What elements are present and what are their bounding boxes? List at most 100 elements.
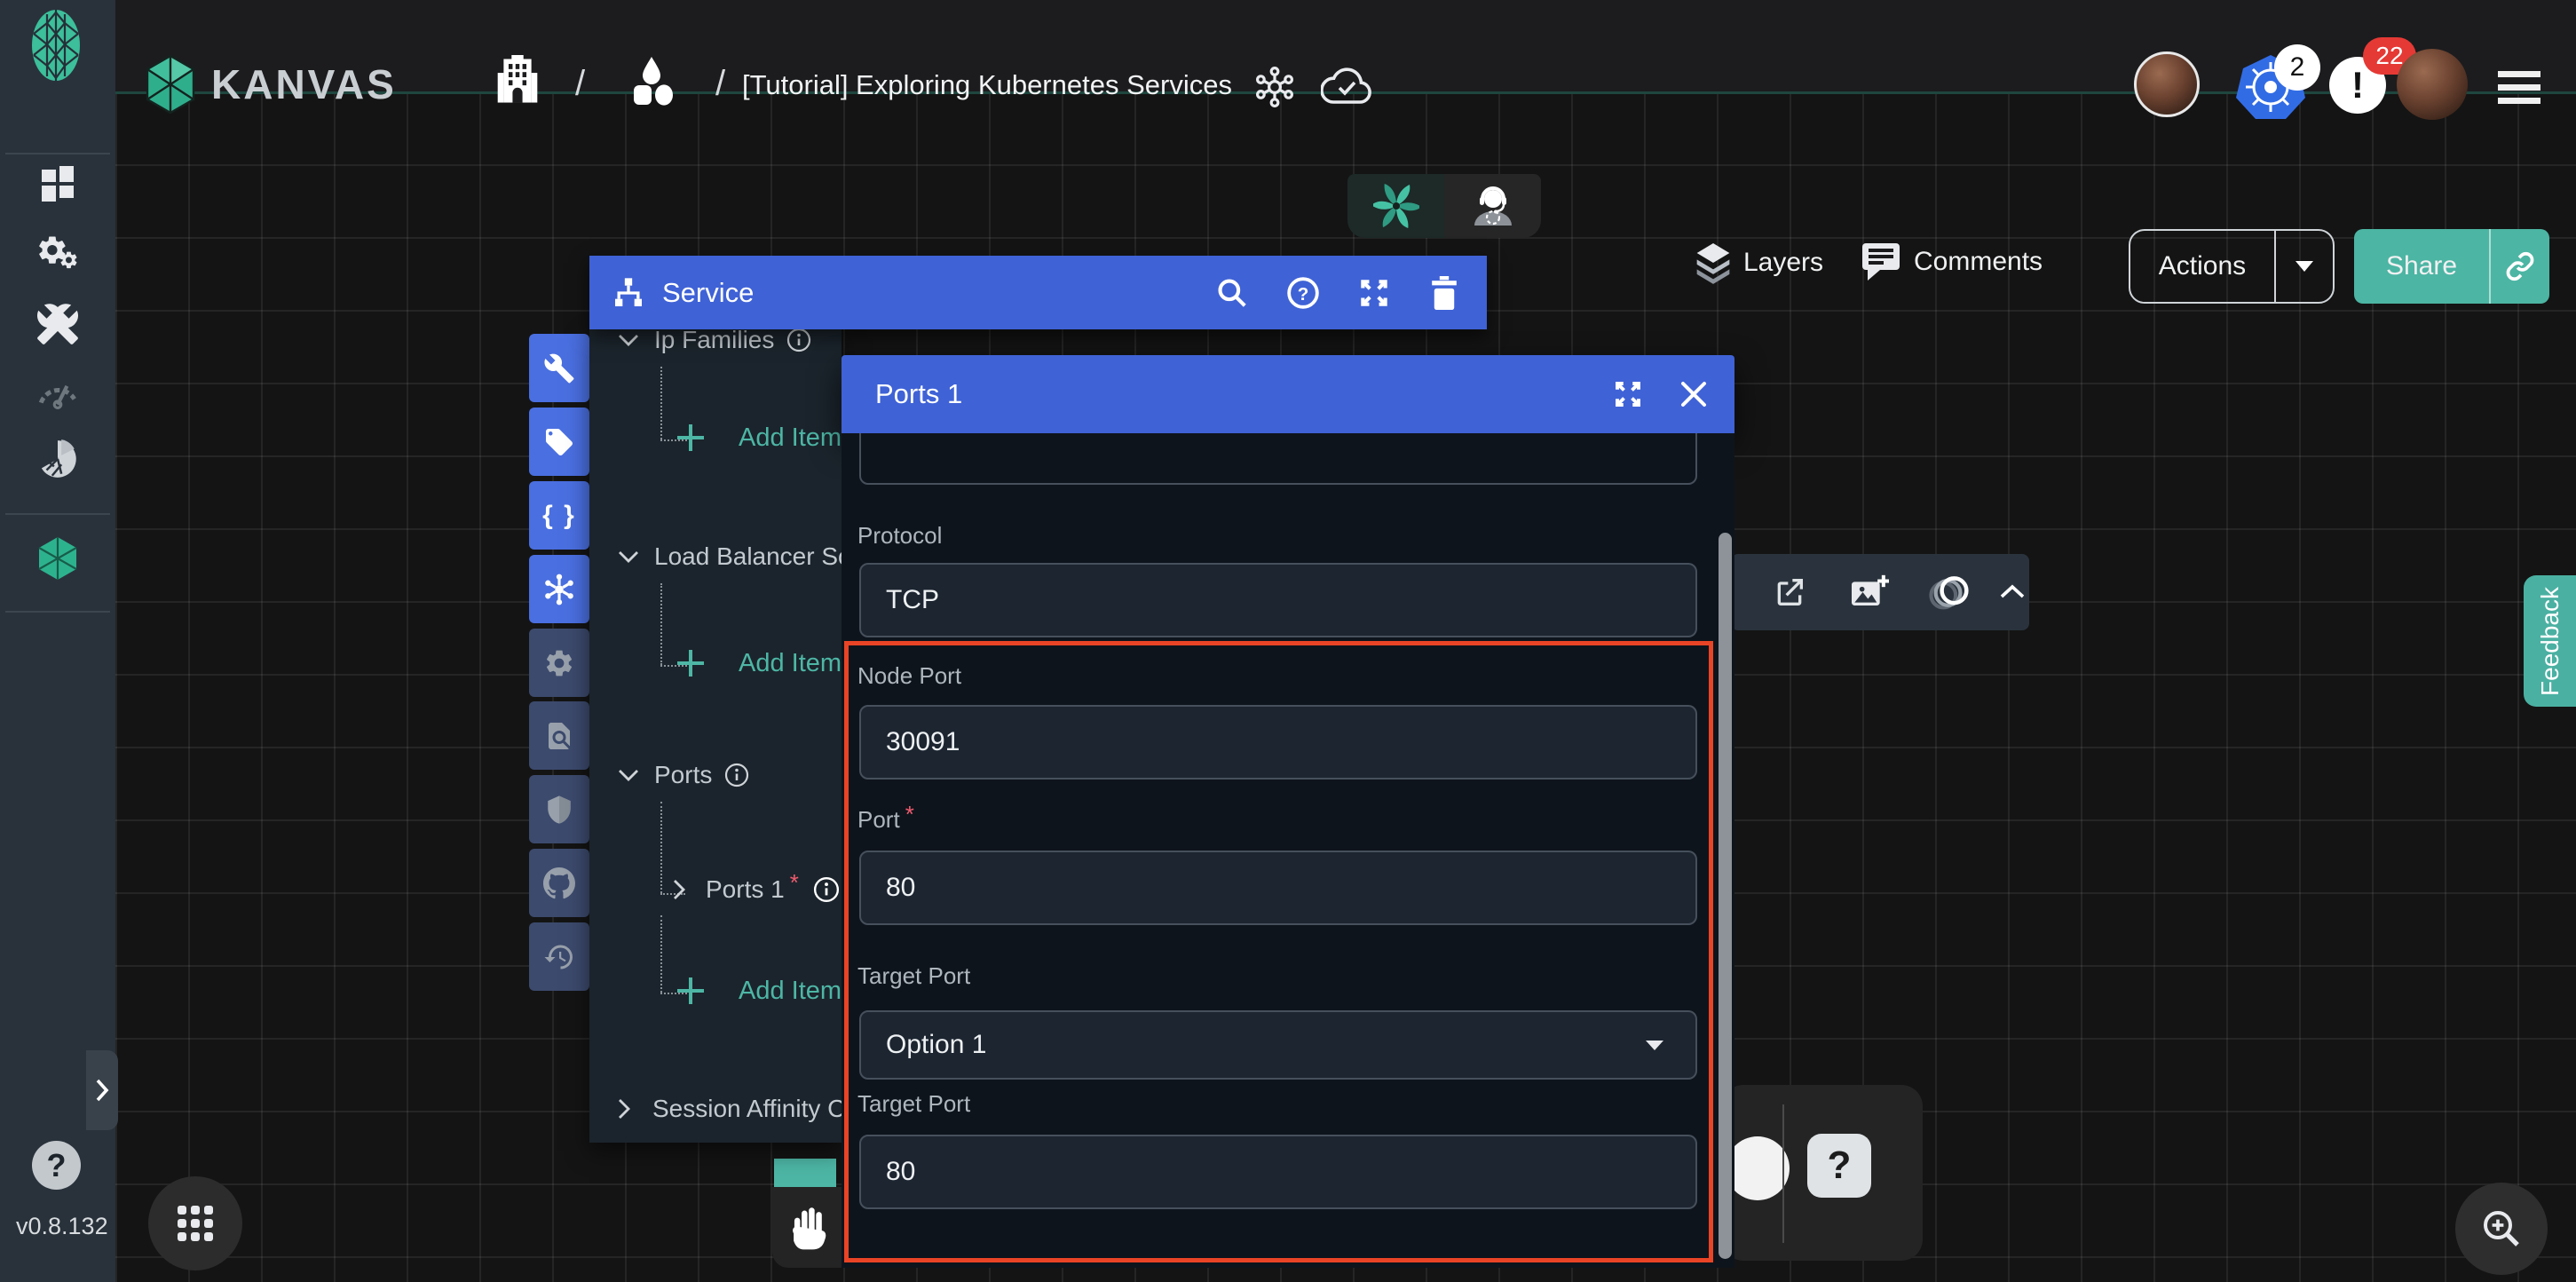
item-label: Ports 1 <box>706 875 785 904</box>
modal-scrollbar[interactable] <box>1719 533 1732 1259</box>
open-in-new-icon[interactable] <box>1772 574 1807 610</box>
info-icon[interactable] <box>813 876 840 903</box>
node-port-input[interactable]: 30091 <box>859 705 1697 779</box>
find-in-page-icon <box>543 720 575 752</box>
shapes-icon[interactable] <box>627 55 676 107</box>
tool-inspect-disabled <box>529 701 589 770</box>
sidebar-expand-tab[interactable] <box>86 1050 118 1130</box>
edge-tool-active[interactable] <box>774 1159 836 1187</box>
kanvas-logo[interactable]: KANVAS <box>142 53 397 115</box>
add-image-icon[interactable] <box>1850 574 1889 610</box>
feedback-label: Feedback <box>2536 587 2564 696</box>
support-agent-button[interactable] <box>1444 174 1541 238</box>
service-toolbar[interactable]: Service ? <box>589 256 1487 329</box>
tool-relationships[interactable] <box>529 555 589 623</box>
motion-circles-icon[interactable] <box>1928 573 1974 612</box>
copy-link-button[interactable] <box>2491 251 2549 281</box>
sidebar-item-dashboard[interactable] <box>38 164 77 203</box>
section-ports[interactable]: Ports <box>617 761 749 789</box>
scrolled-field-partial[interactable] <box>859 433 1697 485</box>
sidebar-item-extensions[interactable] <box>36 437 80 481</box>
section-label: Session Affinity Co <box>652 1095 842 1123</box>
bottom-dock-left <box>772 1159 847 1268</box>
tree-connector <box>660 367 662 439</box>
service-config-panel: Ip Families Add Item Load Balancer So Ad… <box>589 329 842 1143</box>
field-label-protocol: Protocol <box>857 522 942 550</box>
port-value: 80 <box>886 873 915 903</box>
tag-icon <box>543 426 575 458</box>
actions-button[interactable]: Actions <box>2129 229 2335 304</box>
add-item-button-ports[interactable]: Add Item <box>675 975 842 1007</box>
ports-modal-header[interactable]: Ports 1 <box>842 355 1734 433</box>
chevron-right-icon <box>93 1077 111 1104</box>
protocol-input[interactable]: TCP <box>859 563 1697 637</box>
k8s-count-badge: 2 <box>2274 44 2320 91</box>
required-marker: * <box>905 801 914 827</box>
add-item-button-load-balancer[interactable]: Add Item <box>675 647 842 679</box>
design-title[interactable]: [Tutorial] Exploring Kubernetes Services <box>742 69 1232 101</box>
comments-icon <box>1861 241 1901 282</box>
environment-k8s-button[interactable]: 2 <box>2235 51 2306 123</box>
info-icon[interactable] <box>786 329 811 352</box>
sidebar-divider <box>5 153 110 154</box>
add-item-button-ip-families[interactable]: Add Item <box>675 422 842 454</box>
search-icon[interactable] <box>1215 276 1249 310</box>
comments-button[interactable]: Comments <box>1861 241 2043 282</box>
chevron-down-icon <box>617 333 640 347</box>
user-avatar[interactable] <box>2397 49 2468 120</box>
hub-icon[interactable] <box>1253 66 1296 108</box>
notifications-button[interactable]: ! 22 <box>2329 57 2386 114</box>
share-button[interactable]: Share <box>2354 229 2549 304</box>
add-item-label: Add Item <box>739 977 842 1006</box>
shape-circle-tool[interactable] <box>1726 1136 1790 1200</box>
tool-labels[interactable] <box>529 408 589 476</box>
tool-shapes[interactable] <box>529 334 589 402</box>
sidebar-item-lifecycle[interactable] <box>36 233 80 273</box>
canvas-tools-toolbar <box>1731 554 2029 630</box>
layers-button[interactable]: Layers <box>1694 241 1823 284</box>
chevron-up-icon[interactable] <box>1999 584 2026 600</box>
actions-caret[interactable] <box>2276 260 2333 273</box>
service-node-icon <box>611 275 646 311</box>
tool-json[interactable]: { } <box>529 481 589 550</box>
sidebar-item-configuration[interactable] <box>36 302 80 346</box>
help-button[interactable]: ? <box>32 1141 81 1190</box>
chevron-right-icon <box>617 1097 631 1120</box>
assistant-toolbar <box>1347 174 1541 238</box>
layer5-logo[interactable] <box>28 7 83 83</box>
sidebar-item-performance[interactable] <box>36 369 80 410</box>
zoom-button[interactable] <box>2455 1183 2548 1275</box>
menu-button[interactable] <box>2498 71 2540 104</box>
layers-label: Layers <box>1743 248 1823 278</box>
target-port-input[interactable]: 80 <box>859 1135 1697 1209</box>
field-label-node-port: Node Port <box>857 662 961 690</box>
pan-tool-button[interactable] <box>772 1187 847 1268</box>
info-icon[interactable] <box>724 763 749 787</box>
widgets-button[interactable] <box>148 1176 242 1270</box>
field-label-target-port: Target Port <box>857 962 970 990</box>
section-ip-families[interactable]: Ip Families <box>617 329 811 354</box>
ai-assistant-button[interactable] <box>1347 174 1444 238</box>
target-port-select[interactable]: Option 1 <box>859 1010 1697 1080</box>
gear-icon <box>543 647 575 679</box>
port-input[interactable]: 80 <box>859 851 1697 925</box>
breadcrumb-separator-2: / <box>715 64 725 104</box>
delete-icon[interactable] <box>1428 276 1460 310</box>
item-ports-1[interactable]: Ports 1 * <box>672 875 840 904</box>
feedback-tab[interactable]: Feedback <box>2524 575 2576 707</box>
modal-title: Ports 1 <box>875 378 962 410</box>
section-load-balancer[interactable]: Load Balancer So <box>617 542 842 571</box>
hand-pan-icon <box>789 1205 830 1251</box>
collaborator-avatar[interactable] <box>2134 51 2200 117</box>
cloud-saved-icon[interactable] <box>1321 67 1372 107</box>
add-item-label: Add Item <box>739 423 842 453</box>
sidebar-item-kanvas[interactable] <box>36 534 80 582</box>
section-session-affinity[interactable]: Session Affinity Co <box>617 1095 842 1123</box>
kanvas-gem-icon <box>142 53 199 115</box>
expand-icon[interactable] <box>1357 276 1391 310</box>
organization-icon[interactable] <box>494 55 541 107</box>
expand-modal-icon[interactable] <box>1612 378 1644 410</box>
close-icon[interactable] <box>1679 380 1708 408</box>
dock-help-button[interactable]: ? <box>1807 1134 1871 1198</box>
help-circle-icon[interactable]: ? <box>1286 276 1320 310</box>
